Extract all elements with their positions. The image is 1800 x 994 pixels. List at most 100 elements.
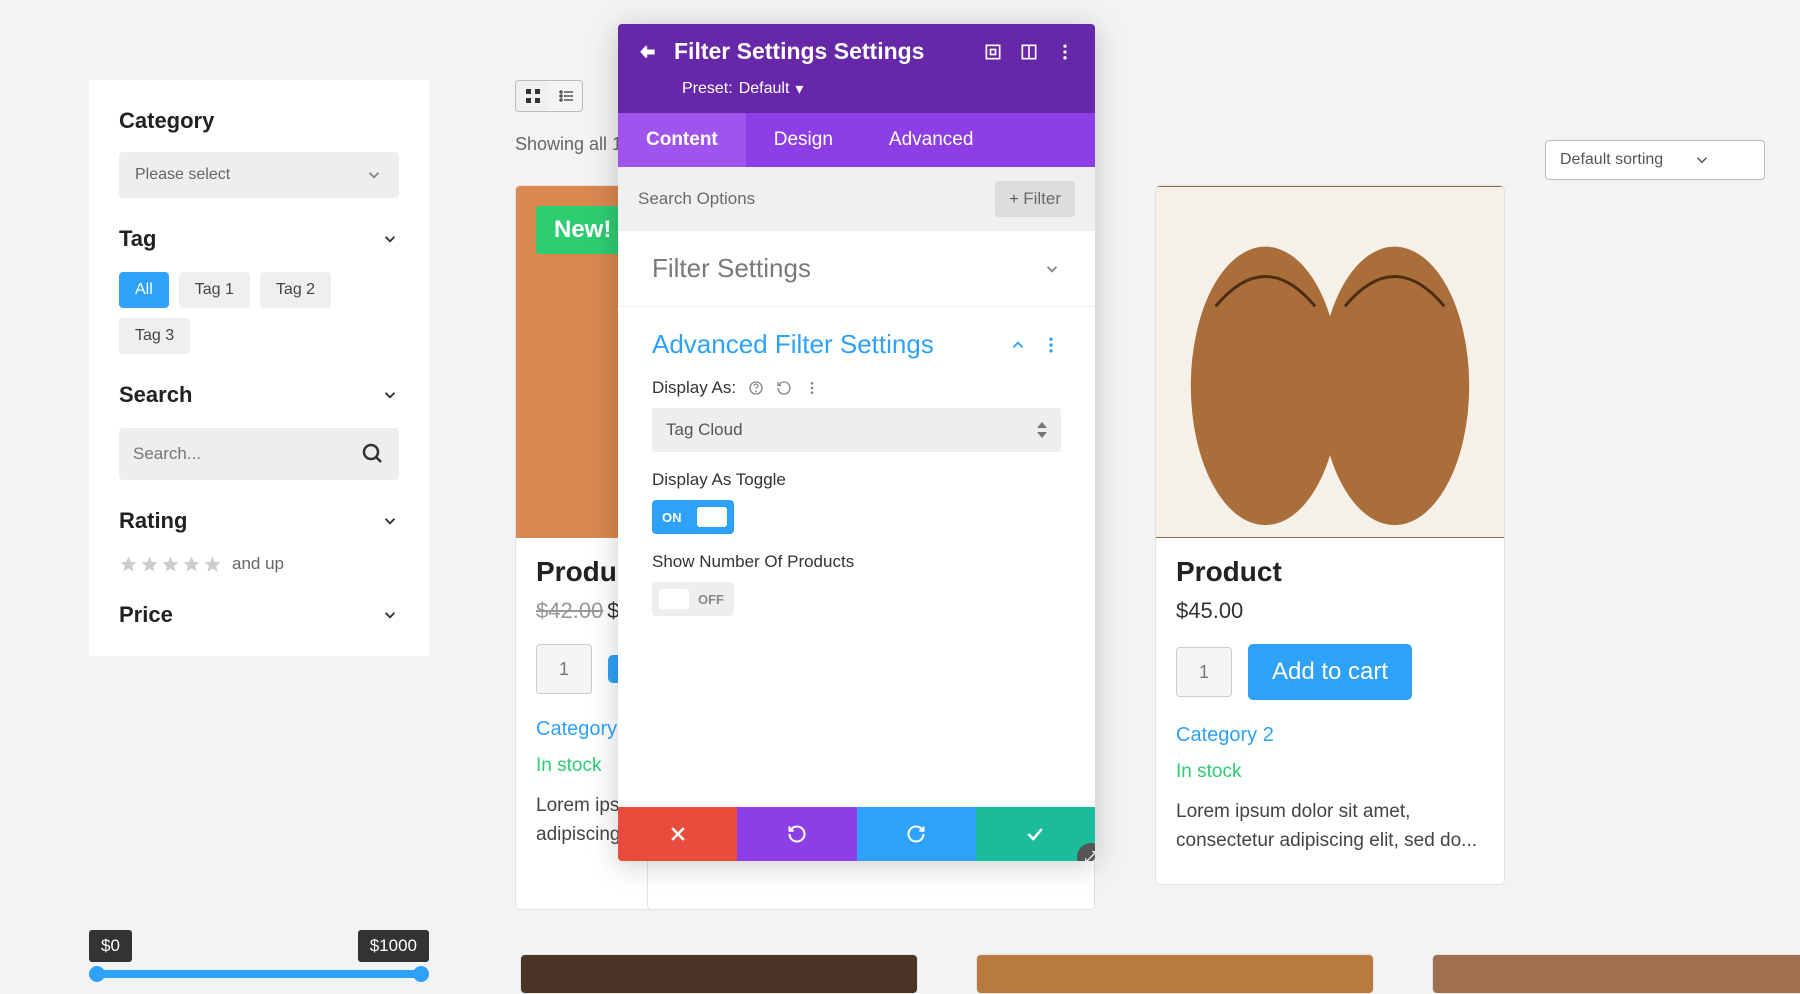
filter-settings-title: Filter Settings	[652, 253, 811, 284]
tag-3[interactable]: Tag 3	[119, 318, 190, 354]
preset-value: Default	[739, 80, 790, 98]
search-icon[interactable]	[361, 442, 385, 466]
price-header[interactable]: Price	[119, 602, 399, 628]
filter-sidebar: Category Please select Tag All Tag 1 Tag…	[89, 80, 429, 656]
grid-view-button[interactable]	[516, 81, 549, 111]
more-icon[interactable]	[804, 380, 820, 396]
price-slider-area: $0 $1000	[89, 930, 429, 978]
toggle-knob	[697, 507, 727, 527]
rating-header[interactable]: Rating	[119, 508, 399, 534]
product-card: New! Product $45.00 1 Add to cart Catego…	[1155, 185, 1505, 885]
chevron-down-icon	[365, 166, 383, 184]
product-card	[1432, 954, 1800, 994]
toggle-on-label: ON	[652, 510, 682, 525]
star-icon	[203, 555, 222, 574]
display-as-value: Tag Cloud	[666, 420, 743, 440]
panel-title: Filter Settings Settings	[674, 38, 967, 65]
tab-advanced[interactable]: Advanced	[861, 113, 1002, 167]
add-filter-button[interactable]: + Filter	[995, 181, 1075, 217]
tag-1[interactable]: Tag 1	[179, 272, 250, 308]
panel-footer	[618, 807, 1095, 861]
chevron-down-icon	[381, 606, 399, 624]
help-icon[interactable]	[748, 380, 764, 396]
search-options-label: Search Options	[638, 189, 995, 209]
tag-header[interactable]: Tag	[119, 226, 399, 252]
tag-block: Tag All Tag 1 Tag 2 Tag 3	[119, 226, 399, 354]
list-view-button[interactable]	[549, 81, 582, 111]
star-icon	[140, 555, 159, 574]
chevron-down-icon	[381, 512, 399, 530]
display-as-label: Display As:	[652, 378, 736, 398]
redo-button[interactable]	[857, 807, 976, 861]
price-max: $1000	[358, 930, 429, 962]
product-image: New!	[1156, 186, 1504, 538]
product-card	[976, 954, 1374, 994]
show-number-toggle[interactable]: OFF	[652, 582, 734, 616]
show-number-field: Show Number Of Products OFF	[652, 552, 1061, 616]
panel-tabs: Content Design Advanced	[618, 113, 1095, 167]
quantity-input[interactable]: 1	[1176, 647, 1232, 697]
old-price: $42.00	[536, 598, 603, 623]
product-row-2	[520, 954, 1800, 994]
advanced-filter-toggle[interactable]: Advanced Filter Settings	[652, 329, 1061, 360]
category-placeholder: Please select	[135, 166, 230, 184]
chevron-down-icon	[1693, 151, 1711, 169]
reset-icon[interactable]	[776, 380, 792, 396]
display-toggle-field: Display As Toggle ON	[652, 470, 1061, 534]
tab-content[interactable]: Content	[618, 113, 746, 167]
panel-header: Filter Settings Settings Preset: Default…	[618, 24, 1095, 167]
display-as-field: Display As: Tag Cloud	[652, 378, 1061, 452]
toggle-off-label: OFF	[698, 592, 724, 607]
caret-down-icon: ▾	[795, 79, 803, 99]
slider-knob-max[interactable]	[413, 966, 429, 982]
tag-title: Tag	[119, 226, 156, 252]
search-input[interactable]	[133, 428, 361, 480]
rating-block: Rating and up	[119, 508, 399, 574]
price-block: Price	[119, 602, 399, 628]
tab-design[interactable]: Design	[746, 113, 861, 167]
search-block: Search	[119, 382, 399, 480]
advanced-filter-section: Advanced Filter Settings Display As: Tag…	[618, 307, 1095, 861]
star-icon	[182, 555, 201, 574]
price-min: $0	[89, 930, 132, 962]
tag-all[interactable]: All	[119, 272, 169, 308]
price-title: Price	[119, 602, 173, 628]
price-slider[interactable]	[89, 970, 429, 978]
search-title: Search	[119, 382, 192, 408]
category-block: Category Please select	[119, 108, 399, 198]
category-link[interactable]: Category 2	[1176, 724, 1484, 747]
rating-title: Rating	[119, 508, 187, 534]
slider-knob-min[interactable]	[89, 966, 105, 982]
new-badge: New!	[536, 206, 629, 254]
add-to-cart-button[interactable]: Add to cart	[1248, 644, 1412, 700]
search-options-row: Search Options + Filter	[618, 167, 1095, 231]
more-icon[interactable]	[1041, 335, 1061, 355]
sort-label: Default sorting	[1560, 151, 1663, 169]
chevron-down-icon	[1043, 260, 1061, 278]
display-as-select[interactable]: Tag Cloud	[652, 408, 1061, 452]
search-header[interactable]: Search	[119, 382, 399, 408]
rating-row[interactable]: and up	[119, 554, 399, 574]
category-title: Category	[119, 108, 399, 134]
sort-select[interactable]: Default sorting	[1545, 140, 1765, 180]
product-desc: Lorem ipsum dolor sit amet, consectetur …	[1176, 797, 1484, 856]
star-row	[119, 555, 222, 574]
category-select[interactable]: Please select	[119, 152, 399, 198]
tag-list: All Tag 1 Tag 2 Tag 3	[119, 272, 399, 354]
display-toggle-label: Display As Toggle	[652, 470, 786, 490]
columns-icon[interactable]	[1019, 42, 1039, 62]
more-icon[interactable]	[1055, 42, 1075, 62]
back-icon[interactable]	[638, 42, 658, 62]
expand-icon[interactable]	[983, 42, 1003, 62]
cancel-button[interactable]	[618, 807, 737, 861]
chevron-down-icon	[381, 230, 399, 248]
filter-settings-toggle[interactable]: Filter Settings	[652, 253, 1061, 284]
undo-button[interactable]	[737, 807, 856, 861]
advanced-filter-title: Advanced Filter Settings	[652, 329, 934, 360]
preset-row[interactable]: Preset: Default ▾	[618, 79, 1095, 113]
toggle-knob	[659, 589, 689, 609]
display-toggle[interactable]: ON	[652, 500, 734, 534]
tag-2[interactable]: Tag 2	[260, 272, 331, 308]
show-number-label: Show Number Of Products	[652, 552, 854, 572]
quantity-input[interactable]: 1	[536, 644, 592, 694]
